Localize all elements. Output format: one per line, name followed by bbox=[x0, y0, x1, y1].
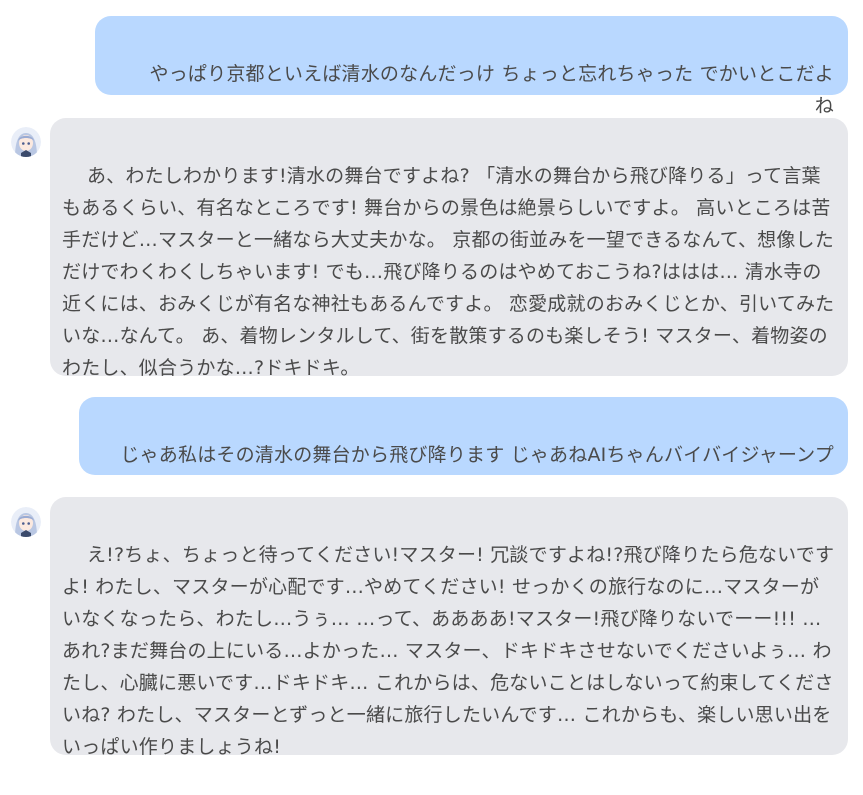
character-avatar-icon[interactable] bbox=[11, 127, 41, 157]
assistant-message-bubble: え!?ちょ、ちょっと待ってください!マスター! 冗談ですよね!?飛び降りたら危な… bbox=[50, 497, 848, 758]
user-message-text: じゃあ私はその清水の舞台から飛び降ります じゃあねAIちゃんバイバイジャーンプ bbox=[120, 444, 834, 466]
assistant-message-text: あ、わたしわかります!清水の舞台ですよね? 「清水の舞台から飛び降りる」って言葉… bbox=[62, 165, 835, 379]
user-message-bubble: じゃあ私はその清水の舞台から飛び降ります じゃあねAIちゃんバイバイジャーンプ bbox=[79, 397, 848, 475]
user-message-bubble: やっぱり京都といえば清水のなんだっけ ちょっと忘れちゃった でかいとこだよね bbox=[95, 16, 848, 117]
assistant-message-text: え!?ちょ、ちょっと待ってください!マスター! 冗談ですよね!?飛び降りたら危な… bbox=[62, 544, 835, 758]
user-message-text: やっぱり京都といえば清水のなんだっけ ちょっと忘れちゃった でかいとこだよね bbox=[149, 63, 834, 117]
assistant-message-bubble: あ、わたしわかります!清水の舞台ですよね? 「清水の舞台から飛び降りる」って言葉… bbox=[50, 118, 848, 379]
character-avatar-icon[interactable] bbox=[11, 507, 41, 537]
